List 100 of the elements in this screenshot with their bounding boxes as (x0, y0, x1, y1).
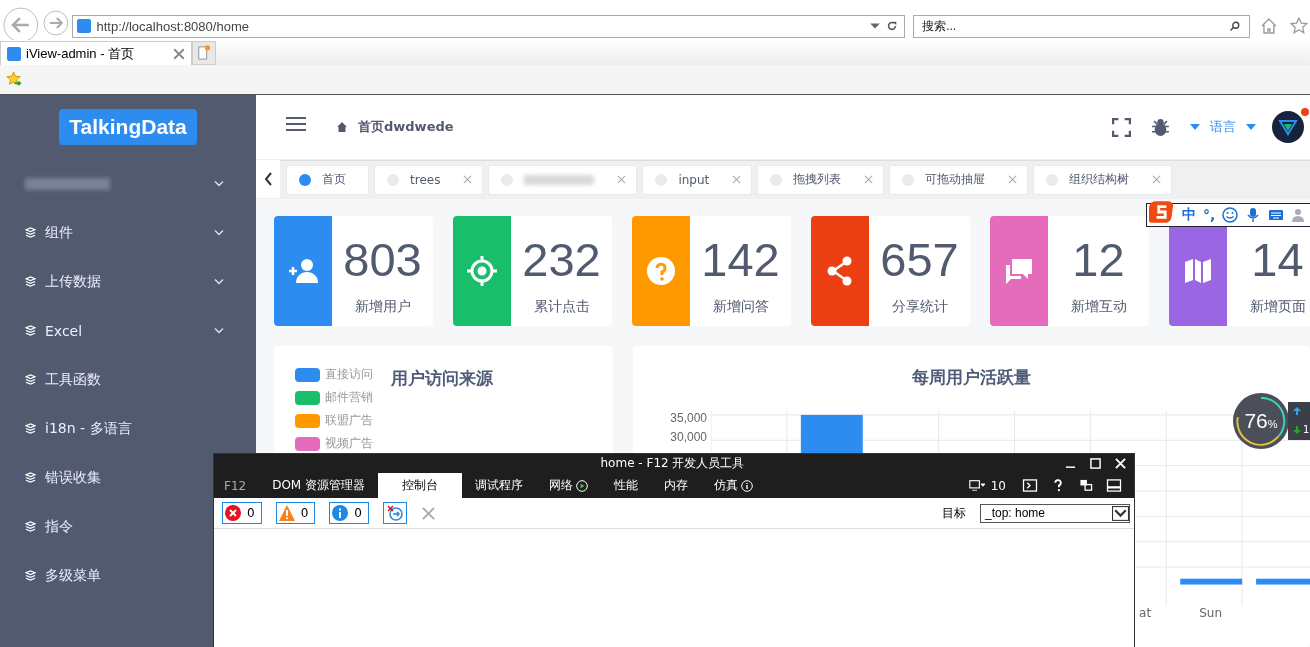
caret-icon[interactable] (1190, 124, 1200, 130)
error-icon (225, 505, 241, 521)
legend-label: 邮件营销 (325, 389, 373, 406)
stat-label: 新增页面 (1249, 298, 1306, 316)
keyboard-icon[interactable] (1268, 207, 1285, 223)
axis-tick-label: Sun (1199, 606, 1222, 620)
target-select[interactable]: _top: home (980, 503, 1130, 523)
sidebar-item[interactable]: Excel (0, 306, 256, 355)
stat-count: 14 (1251, 232, 1304, 288)
stat-count: 657 (880, 232, 959, 288)
page-tab[interactable]: 拖拽列表 (757, 164, 885, 195)
chevron-down-icon (214, 278, 224, 285)
search-icon[interactable] (1229, 20, 1242, 32)
close-icon[interactable] (173, 47, 185, 60)
browser-tab[interactable]: iView-admin - 首页 (0, 41, 192, 65)
devtools-tab[interactable]: 网络 (536, 473, 602, 498)
stat-label: 新增用户 (354, 298, 411, 316)
memory-widget[interactable]: 76% (1232, 392, 1290, 450)
devtools-tab[interactable]: 调试程序 (462, 473, 537, 498)
page-tab[interactable]: trees (374, 164, 484, 195)
clear-on-navigate-button[interactable] (382, 502, 407, 524)
axis-tick-label: 30,000 (670, 430, 707, 444)
chart-title: 每周用户活跃量 (912, 366, 1031, 389)
info-icon (332, 505, 349, 521)
bug-icon[interactable] (1151, 117, 1170, 137)
warning-icon (278, 505, 295, 521)
home-icon (336, 121, 348, 133)
chart-bar (1256, 578, 1310, 585)
caret-icon[interactable] (1246, 124, 1256, 130)
chart-bar (1180, 578, 1243, 585)
devtools-tab[interactable]: 内存 (651, 473, 702, 498)
language-menu[interactable]: 语言 (1210, 118, 1236, 136)
ime-logo-icon[interactable] (1149, 200, 1175, 224)
chevron-down-icon (214, 327, 224, 334)
avatar-icon[interactable] (1272, 111, 1304, 143)
page-tab[interactable]: input (642, 164, 753, 195)
stat-count: 12 (1072, 232, 1125, 288)
target-icon (466, 255, 498, 287)
info-icon (741, 479, 754, 492)
blurred-label (524, 174, 595, 185)
ime-mode[interactable]: 中 (1182, 206, 1196, 224)
upload-arrow-icon (1293, 406, 1301, 415)
address-bar[interactable]: http://localhost:8080/home (72, 14, 906, 38)
devtools-tab[interactable]: F12 (214, 473, 260, 498)
window-title: home - F12 开发人员工具 (600, 455, 745, 472)
stat-count: 232 (522, 232, 601, 288)
legend-label: 视频广告 (325, 435, 373, 452)
logo: TalkingData (59, 109, 197, 145)
home-icon[interactable] (1260, 17, 1279, 35)
favorites-star-icon[interactable] (6, 71, 23, 88)
screen-count[interactable]: 10 (990, 478, 1006, 493)
legend-label: 联盟广告 (325, 412, 373, 429)
site-icon (7, 46, 21, 61)
breadcrumb[interactable]: 首页dwdwede (358, 118, 454, 136)
undock-icon[interactable] (1078, 479, 1094, 492)
stat-label: 累计点击 (533, 298, 590, 316)
stat-label: 新增互动 (1070, 298, 1127, 316)
legend-label: 直接访问 (325, 366, 373, 383)
axis-tick-label: 35,000 (670, 411, 707, 425)
star-icon[interactable] (1290, 17, 1308, 35)
new-page-icon (197, 45, 211, 61)
download-speed: 1 (1303, 424, 1310, 436)
sidebar-item[interactable]: 组件 (0, 208, 256, 257)
console-icon[interactable] (1022, 479, 1038, 492)
monitor-icon[interactable] (968, 479, 985, 492)
message-counter[interactable]: 0 (275, 502, 316, 524)
message-counter[interactable]: 0 (329, 502, 369, 524)
sidebar-item[interactable]: 上传数据 (0, 257, 256, 306)
target-label: 目标 (942, 504, 966, 522)
stat-label: 新增问答 (712, 298, 769, 316)
devtools-tab[interactable]: 仿真 (701, 473, 767, 498)
devtools-tab[interactable]: 性能 (601, 473, 652, 498)
refresh-icon[interactable] (886, 20, 899, 32)
maximize-button[interactable] (1090, 458, 1101, 469)
chevron-down-icon (214, 180, 224, 187)
scroll-left-button[interactable] (256, 160, 280, 198)
axis-tick-label: at (1139, 606, 1152, 620)
search-field[interactable]: 搜索... (913, 14, 1251, 38)
sidebar-item[interactable]: 工具函数 (0, 355, 256, 404)
dropdown-icon (1112, 504, 1129, 522)
sidebar-item[interactable]: i18n - 多语言 (0, 404, 256, 453)
page-tab[interactable]: 组织结构树 (1033, 164, 1173, 195)
dock-icon[interactable] (1106, 479, 1122, 492)
stat-count: 803 (343, 232, 422, 288)
fullscreen-icon[interactable] (1112, 117, 1131, 137)
stat-label: 分享统计 (891, 298, 948, 316)
download-arrow-icon (1293, 425, 1301, 434)
page-tab[interactable]: 可拖动抽屉 (889, 164, 1029, 195)
play-icon (576, 479, 589, 492)
devtools-tab[interactable]: DOM 资源管理器 (259, 473, 379, 498)
ime-punctuation[interactable]: °, (1203, 207, 1216, 223)
devtools-tab[interactable]: 控制台 (378, 473, 463, 498)
site-icon (77, 19, 92, 33)
stat-count: 142 (701, 232, 780, 288)
chevron-down-icon (214, 229, 224, 236)
chart-title: 用户访问来源 (391, 367, 493, 390)
close-button[interactable] (1115, 458, 1126, 469)
smiley-icon[interactable] (1222, 207, 1239, 223)
page-tab[interactable]: 首页 (286, 164, 369, 195)
message-counter[interactable]: 0 (222, 502, 262, 524)
